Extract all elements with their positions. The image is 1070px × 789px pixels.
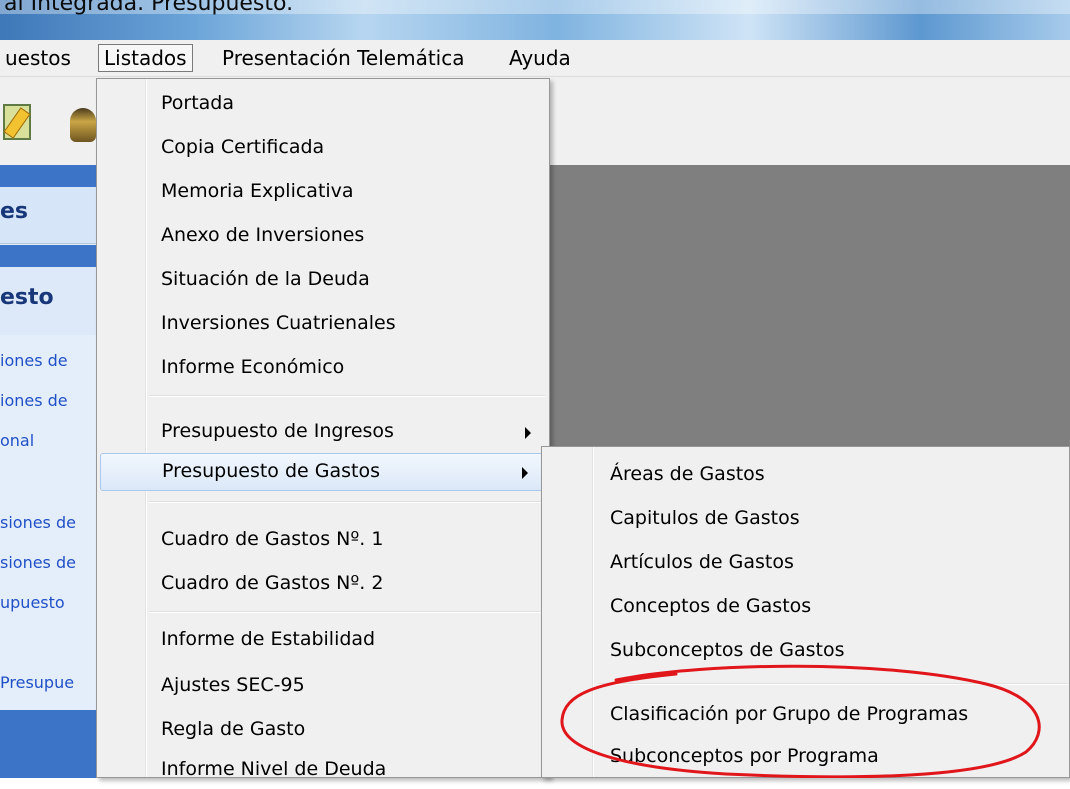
side-panel-link[interactable]: siones de	[0, 513, 76, 532]
menu-item-label: Copia Certificada	[161, 136, 325, 158]
menu-item-label: Informe Económico	[161, 356, 345, 378]
menu-item-label: Informe Nivel de Deuda	[161, 758, 387, 780]
menu-item-cuadro-gastos-1[interactable]: Cuadro de Gastos Nº. 1	[97, 521, 549, 559]
submenu-item-label: Subconceptos por Programa	[610, 745, 879, 767]
submenu-item-conceptos-gastos[interactable]: Conceptos de Gastos	[542, 589, 1069, 627]
menu-separator	[149, 611, 545, 613]
submenu-item-label: Clasificación por Grupo de Programas	[610, 703, 969, 725]
submenu-item-clasificacion-grupo-programas[interactable]: Clasificación por Grupo de Programas	[542, 697, 1069, 735]
menu-item-label: Memoria Explicativa	[161, 180, 354, 202]
menu-item-cuadro-gastos-2[interactable]: Cuadro de Gastos Nº. 2	[97, 565, 549, 603]
edit-icon[interactable]	[3, 104, 31, 140]
menu-item-copia-certificada[interactable]: Copia Certificada	[97, 129, 549, 167]
side-panel-section-header[interactable]: es	[0, 187, 96, 244]
menu-item-label: Anexo de Inversiones	[161, 224, 365, 246]
menu-item-label: Informe de Estabilidad	[161, 628, 376, 650]
menu-item-label: Cuadro de Gastos Nº. 2	[161, 572, 384, 594]
side-panel-link[interactable]: iones de	[0, 391, 68, 410]
menu-item-inversiones-cuatrienales[interactable]: Inversiones Cuatrienales	[97, 305, 549, 343]
submenu-item-label: Conceptos de Gastos	[610, 595, 812, 617]
menu-separator	[149, 501, 545, 503]
menu-item-anexo-inversiones[interactable]: Anexo de Inversiones	[97, 217, 549, 255]
menu-item-label: Inversiones Cuatrienales	[161, 312, 396, 334]
submenu-arrow-icon	[525, 427, 531, 439]
submenu-item-subconceptos-gastos[interactable]: Subconceptos de Gastos	[542, 633, 1069, 671]
menu-item-regla-gasto[interactable]: Regla de Gasto	[97, 711, 549, 749]
menu-presupuestos[interactable]: uestos	[0, 45, 76, 71]
submenu-item-capitulos-gastos[interactable]: Capitulos de Gastos	[542, 501, 1069, 539]
menu-presentacion-telematica[interactable]: Presentación Telemática	[217, 45, 470, 71]
side-panel-link[interactable]: upuesto	[0, 593, 65, 612]
side-panel-link[interactable]: Presupue	[0, 673, 74, 692]
submenu-item-articulos-gastos[interactable]: Artículos de Gastos	[542, 545, 1069, 583]
menu-item-label: Presupuesto de Gastos	[162, 460, 380, 482]
submenu-item-label: Capitulos de Gastos	[610, 507, 800, 529]
menu-item-situacion-deuda[interactable]: Situación de la Deuda	[97, 261, 549, 299]
menu-item-presupuesto-gastos[interactable]: Presupuesto de Gastos	[100, 453, 544, 491]
menu-item-presupuesto-ingresos[interactable]: Presupuesto de Ingresos	[97, 413, 549, 451]
submenu-item-subconceptos-programa[interactable]: Subconceptos por Programa	[542, 739, 1069, 777]
menu-item-ajustes-sec95[interactable]: Ajustes SEC-95	[97, 667, 549, 705]
submenu-item-areas-gastos[interactable]: Áreas de Gastos	[542, 457, 1069, 495]
side-panel-header-label: es	[0, 199, 29, 224]
menu-item-informe-economico[interactable]: Informe Económico	[97, 349, 549, 387]
side-panel-band	[0, 710, 96, 778]
menu-separator	[598, 683, 1068, 685]
side-panel-header-label: esto	[0, 285, 54, 310]
side-panel-link[interactable]: onal	[0, 431, 34, 450]
side-panel-section-header[interactable]: esto	[0, 267, 96, 335]
menu-ayuda[interactable]: Ayuda	[504, 45, 576, 71]
menu-item-label: Situación de la Deuda	[161, 268, 370, 290]
toolbar-icon[interactable]	[70, 108, 96, 142]
side-panel-band	[0, 245, 96, 267]
gastos-submenu: Áreas de Gastos Capitulos de Gastos Artí…	[541, 446, 1070, 778]
submenu-item-label: Subconceptos de Gastos	[610, 639, 845, 661]
submenu-item-label: Áreas de Gastos	[610, 463, 765, 485]
menu-item-label: Cuadro de Gastos Nº. 1	[161, 528, 384, 550]
listados-dropdown: Portada Copia Certificada Memoria Explic…	[96, 78, 550, 780]
menu-item-portada[interactable]: Portada	[97, 85, 549, 123]
menu-item-label: Presupuesto de Ingresos	[161, 420, 394, 442]
side-panel-link[interactable]: siones de	[0, 553, 76, 572]
submenu-arrow-icon	[522, 467, 528, 479]
pencil-shape	[3, 107, 31, 139]
side-panel-link[interactable]: iones de	[0, 351, 68, 370]
menu-item-memoria-explicativa[interactable]: Memoria Explicativa	[97, 173, 549, 211]
workspace-area	[548, 165, 1070, 450]
menu-listados[interactable]: Listados	[98, 44, 193, 72]
menu-item-informe-nivel-deuda[interactable]: Informe Nivel de Deuda	[97, 751, 549, 789]
submenu-item-label: Artículos de Gastos	[610, 551, 794, 573]
window-title: al Integrada. Presupuesto.	[4, 0, 294, 16]
menu-item-label: Regla de Gasto	[161, 718, 306, 740]
menu-item-label: Ajustes SEC-95	[161, 674, 305, 696]
title-bar: al Integrada. Presupuesto.	[0, 0, 1070, 40]
menu-item-informe-estabilidad[interactable]: Informe de Estabilidad	[97, 621, 549, 659]
menu-item-label: Portada	[161, 92, 235, 114]
side-panel: es esto iones de iones de onal siones de…	[0, 165, 97, 778]
menu-separator	[149, 395, 545, 397]
side-panel-band	[0, 165, 96, 187]
menu-bar: uestos Listados Presentación Telemática …	[0, 40, 1070, 77]
